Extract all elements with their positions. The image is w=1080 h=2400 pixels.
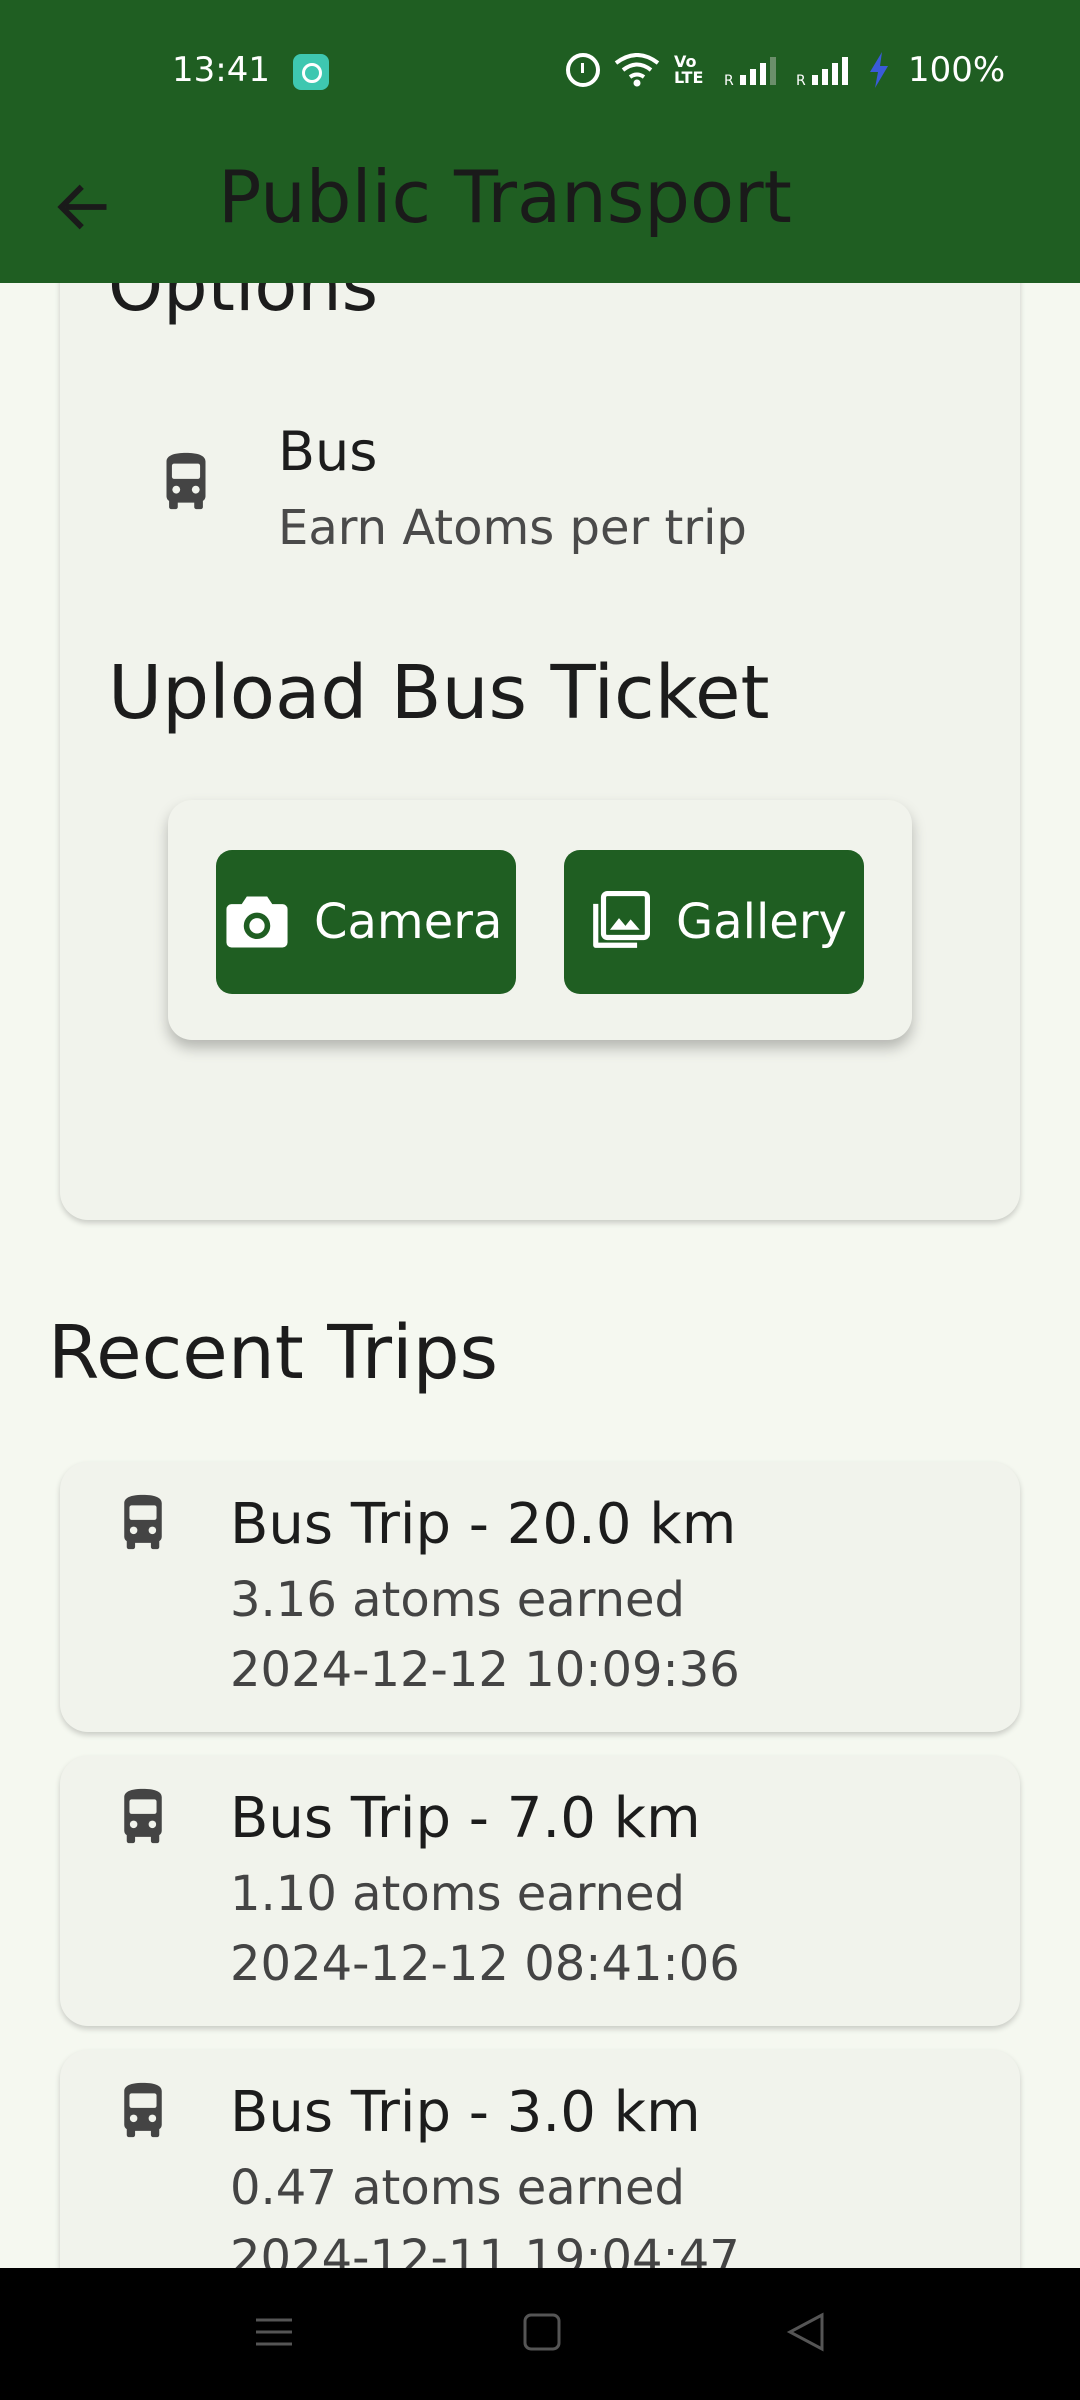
trip-card[interactable]: Bus Trip - 7.0 km 1.10 atoms earned 2024…	[60, 1756, 1020, 2026]
trip-earned: 1.10 atoms earned	[230, 1866, 686, 1922]
bus-option-subtitle: Earn Atoms per trip	[278, 500, 747, 556]
system-nav-bar	[0, 2268, 1080, 2400]
home-square-icon	[523, 2313, 561, 2351]
bus-icon	[118, 1492, 174, 1554]
home-button[interactable]	[522, 2312, 566, 2356]
camera-icon	[224, 889, 290, 955]
bus-icon	[160, 450, 224, 520]
recent-trips-title: Recent Trips	[48, 1310, 499, 1396]
wifi-icon	[614, 53, 660, 87]
system-back-button[interactable]	[786, 2312, 830, 2356]
trip-title: Bus Trip - 7.0 km	[230, 1786, 701, 1851]
svg-text:R: R	[724, 73, 734, 87]
bus-option-title: Bus	[278, 420, 378, 483]
signal-icon: R	[796, 53, 854, 87]
battery-percentage: 100%	[908, 50, 1006, 90]
trip-date: 2024-12-12 08:41:06	[230, 1936, 740, 1992]
bus-icon	[118, 1786, 174, 1848]
menu-icon	[256, 2318, 292, 2346]
trip-card[interactable]: Bus Trip - 20.0 km 3.16 atoms earned 202…	[60, 1462, 1020, 1732]
gallery-button-label: Gallery	[676, 894, 847, 950]
camera-button-label: Camera	[314, 894, 503, 950]
trip-earned: 0.47 atoms earned	[230, 2160, 686, 2216]
upload-button-group: Camera Gallery	[168, 800, 912, 1040]
back-button[interactable]	[48, 171, 120, 243]
trip-title: Bus Trip - 20.0 km	[230, 1492, 737, 1557]
alarm-icon	[566, 53, 600, 87]
app-bar: Public Transport	[0, 145, 1080, 283]
gallery-icon	[586, 889, 652, 955]
trip-date: 2024-12-12 10:09:36	[230, 1642, 740, 1698]
charging-icon	[868, 52, 890, 88]
bus-icon	[118, 2080, 174, 2142]
arrow-left-icon	[57, 184, 107, 230]
top-bar: 13:41 Vo LTE R R 100% Public Transport	[0, 0, 1080, 283]
trip-title: Bus Trip - 3.0 km	[230, 2080, 701, 2145]
triangle-back-icon	[786, 2312, 824, 2352]
status-time: 13:41	[172, 50, 270, 90]
bus-option[interactable]: Bus Earn Atoms per trip	[160, 410, 860, 570]
svg-text:R: R	[796, 73, 806, 87]
status-bar: 13:41 Vo LTE R R 100%	[0, 0, 1080, 145]
notification-app-icon	[293, 54, 329, 90]
camera-button[interactable]: Camera	[216, 850, 516, 994]
page-title: Public Transport	[218, 155, 792, 239]
volte-indicator: Vo LTE	[674, 52, 704, 87]
trip-earned: 3.16 atoms earned	[230, 1572, 686, 1628]
signal-icon: R	[724, 53, 782, 87]
upload-title: Upload Bus Ticket	[108, 650, 770, 736]
recent-apps-button[interactable]	[254, 2312, 298, 2356]
gallery-button[interactable]: Gallery	[564, 850, 864, 994]
